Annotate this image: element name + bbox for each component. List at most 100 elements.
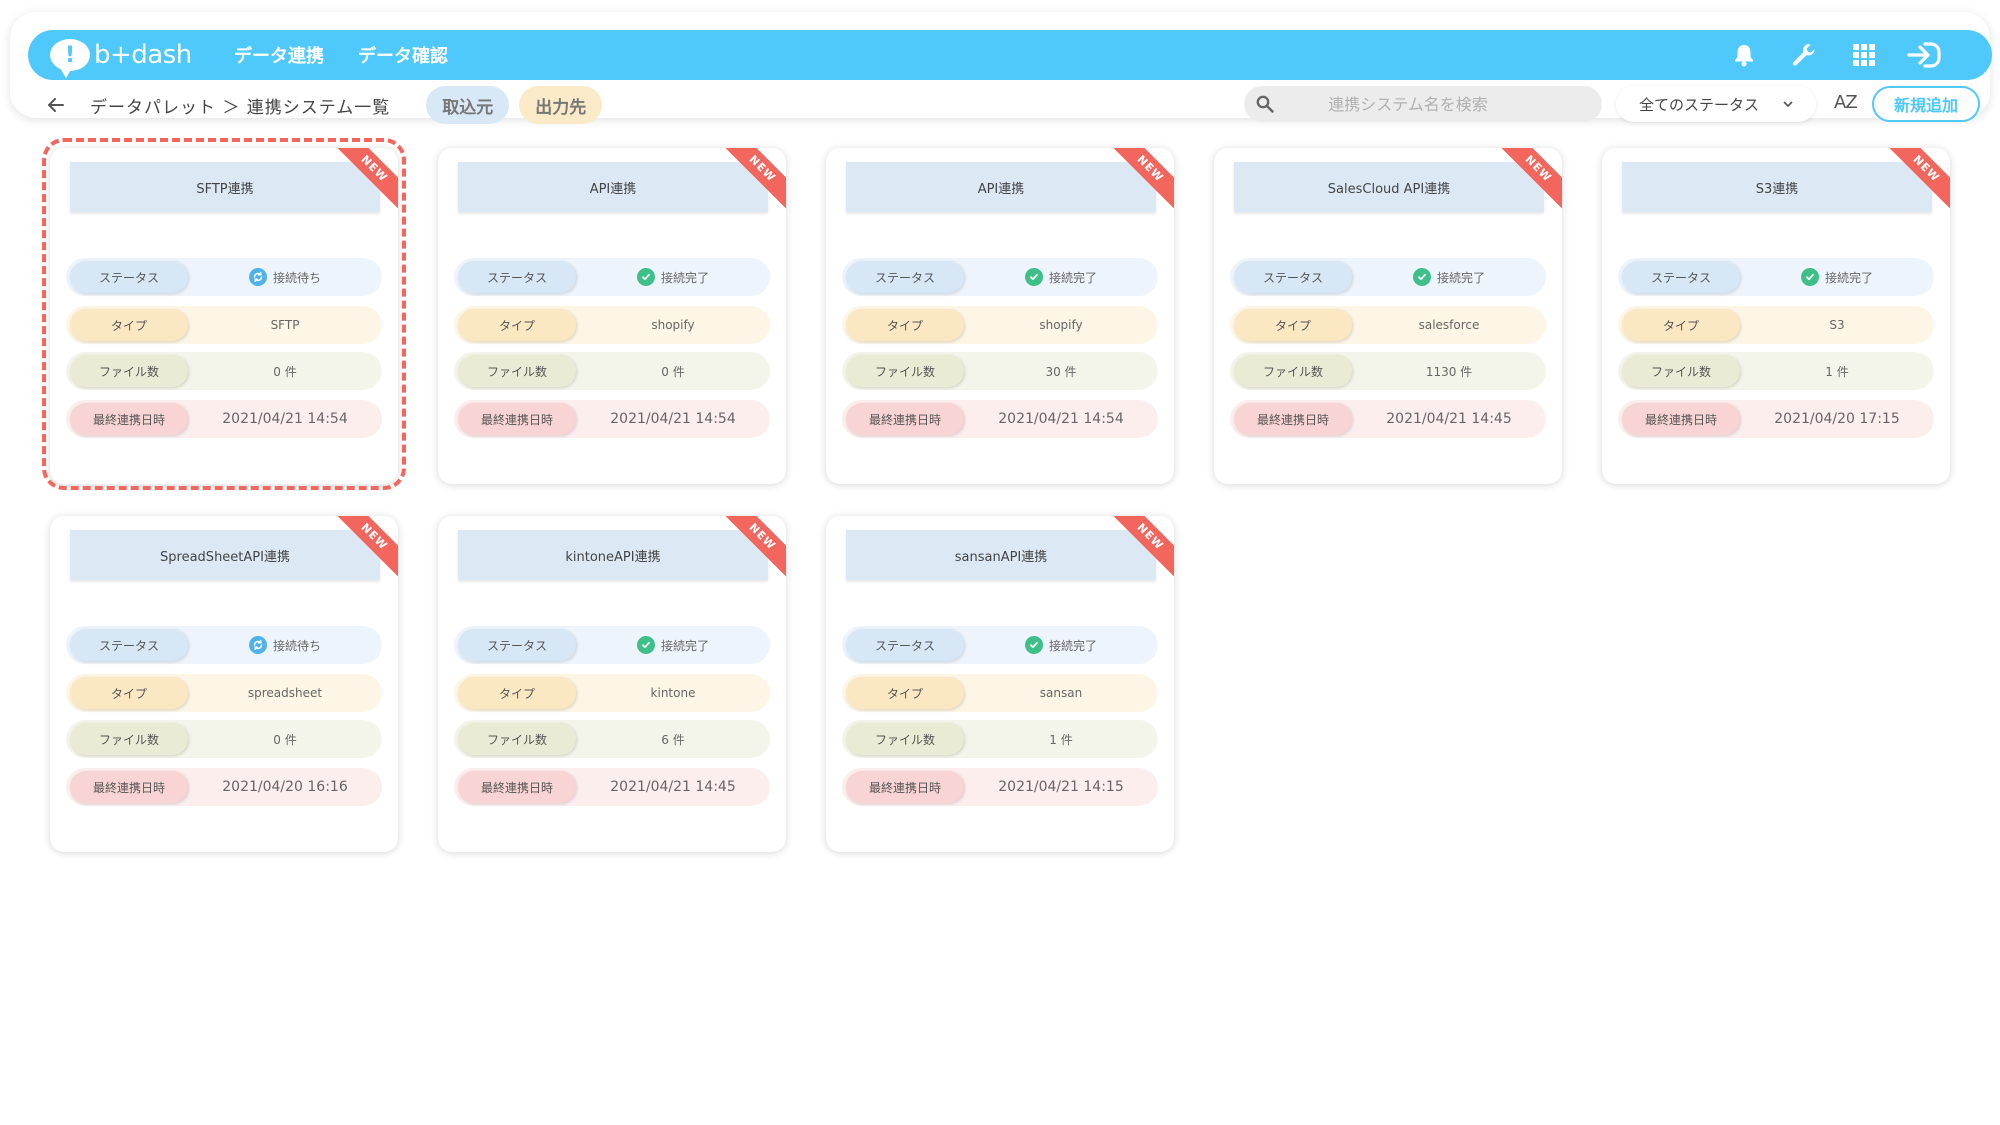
type-label: タイプ [1234,309,1352,341]
status-text: 接続待ち [272,270,321,285]
status-filter-value: 全てのステータス [1638,95,1759,114]
type-value: SFTP [270,318,300,332]
file-count-value: 1130 件 [1425,364,1473,379]
nav-data-link[interactable]: データ連携 [234,42,324,68]
type-label: タイプ [70,677,188,709]
wrench-icon[interactable] [1774,35,1834,75]
last-sync-value: 2021/04/21 14:15 [998,779,1124,795]
integration-card[interactable]: kintoneAPI連携 NEW ステータス 接続完了 タイプ kintone ファイル数 6… [438,516,786,852]
status-filter-select[interactable]: 全てのステータス [1616,86,1816,122]
breadcrumb[interactable]: データパレット ＞ 連携システム一覧 [90,93,390,118]
status-row: ステータス 接続完了 [842,626,1158,664]
status-row: ステータス 接続待ち [66,626,382,664]
file-count-label: ファイル数 [846,723,964,755]
status-text: 接続完了 [1048,270,1097,285]
check-circle-icon [1800,268,1819,286]
status-label: ステータス [458,629,576,661]
last-sync-row: 最終連携日時 2021/04/21 14:54 [454,400,770,438]
status-value: 接続待ち [188,636,382,654]
sync-pending-icon [248,636,267,654]
last-sync-row: 最終連携日時 2021/04/21 14:45 [454,768,770,806]
last-sync-value: 2021/04/20 17:15 [1774,411,1900,427]
card-title: SpreadSheetAPI連携 [70,530,380,580]
file-count-label: ファイル数 [70,355,188,387]
status-value: 接続完了 [576,268,770,286]
last-sync-row: 最終連携日時 2021/04/21 14:54 [842,400,1158,438]
tab-destination[interactable]: 出力先 [519,86,603,124]
nav-data-check[interactable]: データ確認 [358,42,448,68]
integration-card[interactable]: API連携 NEW ステータス 接続完了 タイプ shopify ファイル数 30 件最終連携… [826,148,1174,484]
status-label: ステータス [70,261,188,293]
integration-card[interactable]: SalesCloud API連携 NEW ステータス 接続完了 タイプ salesforc… [1214,148,1562,484]
status-row: ステータス 接続完了 [454,258,770,296]
integration-card[interactable]: S3連携 NEW ステータス 接続完了 タイプ S3 ファイル数 1 件最終連携日時 2021/… [1602,148,1950,484]
status-text: 接続完了 [660,638,709,653]
integration-card[interactable]: API連携 NEW ステータス 接続完了 タイプ shopify ファイル数 0 件最終連携日… [438,148,786,484]
type-row: タイプ sansan [842,674,1158,712]
sync-pending-icon [248,268,267,286]
last-sync-label: 最終連携日時 [458,403,576,435]
status-label: ステータス [846,261,964,293]
card-title: kintoneAPI連携 [458,530,768,580]
type-label: タイプ [1622,309,1740,341]
type-row: タイプ spreadsheet [66,674,382,712]
check-circle-icon [1412,268,1431,286]
logo[interactable]: ! b+dash [50,39,200,78]
status-value: 接続完了 [1740,268,1934,286]
last-sync-label: 最終連携日時 [846,771,964,803]
status-text: 接続待ち [272,638,321,653]
last-sync-row: 最終連携日時 2021/04/21 14:54 [66,400,382,438]
card-title: API連携 [846,162,1156,212]
last-sync-label: 最終連携日時 [1234,403,1352,435]
type-row: タイプ shopify [842,306,1158,344]
file-count-label: ファイル数 [70,723,188,755]
tab-source[interactable]: 取込元 [426,86,510,124]
file-count-label: ファイル数 [1622,355,1740,387]
status-label: ステータス [458,261,576,293]
status-label: ステータス [1622,261,1740,293]
logo-bubble-icon: ! [50,39,90,78]
type-row: タイプ salesforce [1230,306,1546,344]
grid-icon[interactable] [1834,35,1894,75]
card-title: S3連携 [1622,162,1932,212]
sort-az-button[interactable]: AZ [1834,92,1858,113]
status-text: 接続完了 [1436,270,1485,285]
file-count-value: 6 件 [661,732,685,747]
file-count-row: ファイル数 1 件 [842,720,1158,758]
status-value: 接続待ち [188,268,382,286]
file-count-row: ファイル数 0 件 [66,720,382,758]
add-new-button[interactable]: 新規追加 [1872,86,1980,122]
last-sync-label: 最終連携日時 [458,771,576,803]
card-title: SalesCloud API連携 [1234,162,1544,212]
card-title: sansanAPI連携 [846,530,1156,580]
file-count-row: ファイル数 1 件 [1618,352,1934,390]
search-input[interactable] [1278,94,1538,114]
type-label: タイプ [846,677,964,709]
status-row: ステータス 接続完了 [454,626,770,664]
integration-card[interactable]: SFTP連携 NEW ステータス 接続待ち タイプ SFTP ファイル数 0 件最終連携日時 2… [50,148,398,484]
logout-icon[interactable] [1894,35,1954,75]
integration-card[interactable]: SpreadSheetAPI連携 NEW ステータス 接続待ち タイプ spreadshe… [50,516,398,852]
file-count-row: ファイル数 0 件 [66,352,382,390]
type-label: タイプ [458,677,576,709]
file-count-row: ファイル数 30 件 [842,352,1158,390]
file-count-value: 1 件 [1049,732,1073,747]
last-sync-row: 最終連携日時 2021/04/20 16:16 [66,768,382,806]
header: ! b+dash データ連携 データ確認 データパレット ＞ 連携システム一覧 … [10,12,1992,124]
integration-card[interactable]: sansanAPI連携 NEW ステータス 接続完了 タイプ sansan ファイル数 1 件… [826,516,1174,852]
type-label: タイプ [70,309,188,341]
check-circle-icon [636,268,655,286]
status-row: ステータス 接続待ち [66,258,382,296]
file-count-label: ファイル数 [458,723,576,755]
bell-icon[interactable] [1714,35,1774,75]
type-value: kintone [650,686,696,700]
last-sync-row: 最終連携日時 2021/04/21 14:45 [1230,400,1546,438]
last-sync-value: 2021/04/21 14:54 [998,411,1124,427]
back-arrow-icon[interactable] [48,98,68,112]
file-count-row: ファイル数 1130 件 [1230,352,1546,390]
file-count-label: ファイル数 [458,355,576,387]
last-sync-value: 2021/04/21 14:45 [610,779,736,795]
status-text: 接続完了 [1824,270,1873,285]
check-circle-icon [1024,268,1043,286]
top-navbar: ! b+dash データ連携 データ確認 [28,30,1992,80]
